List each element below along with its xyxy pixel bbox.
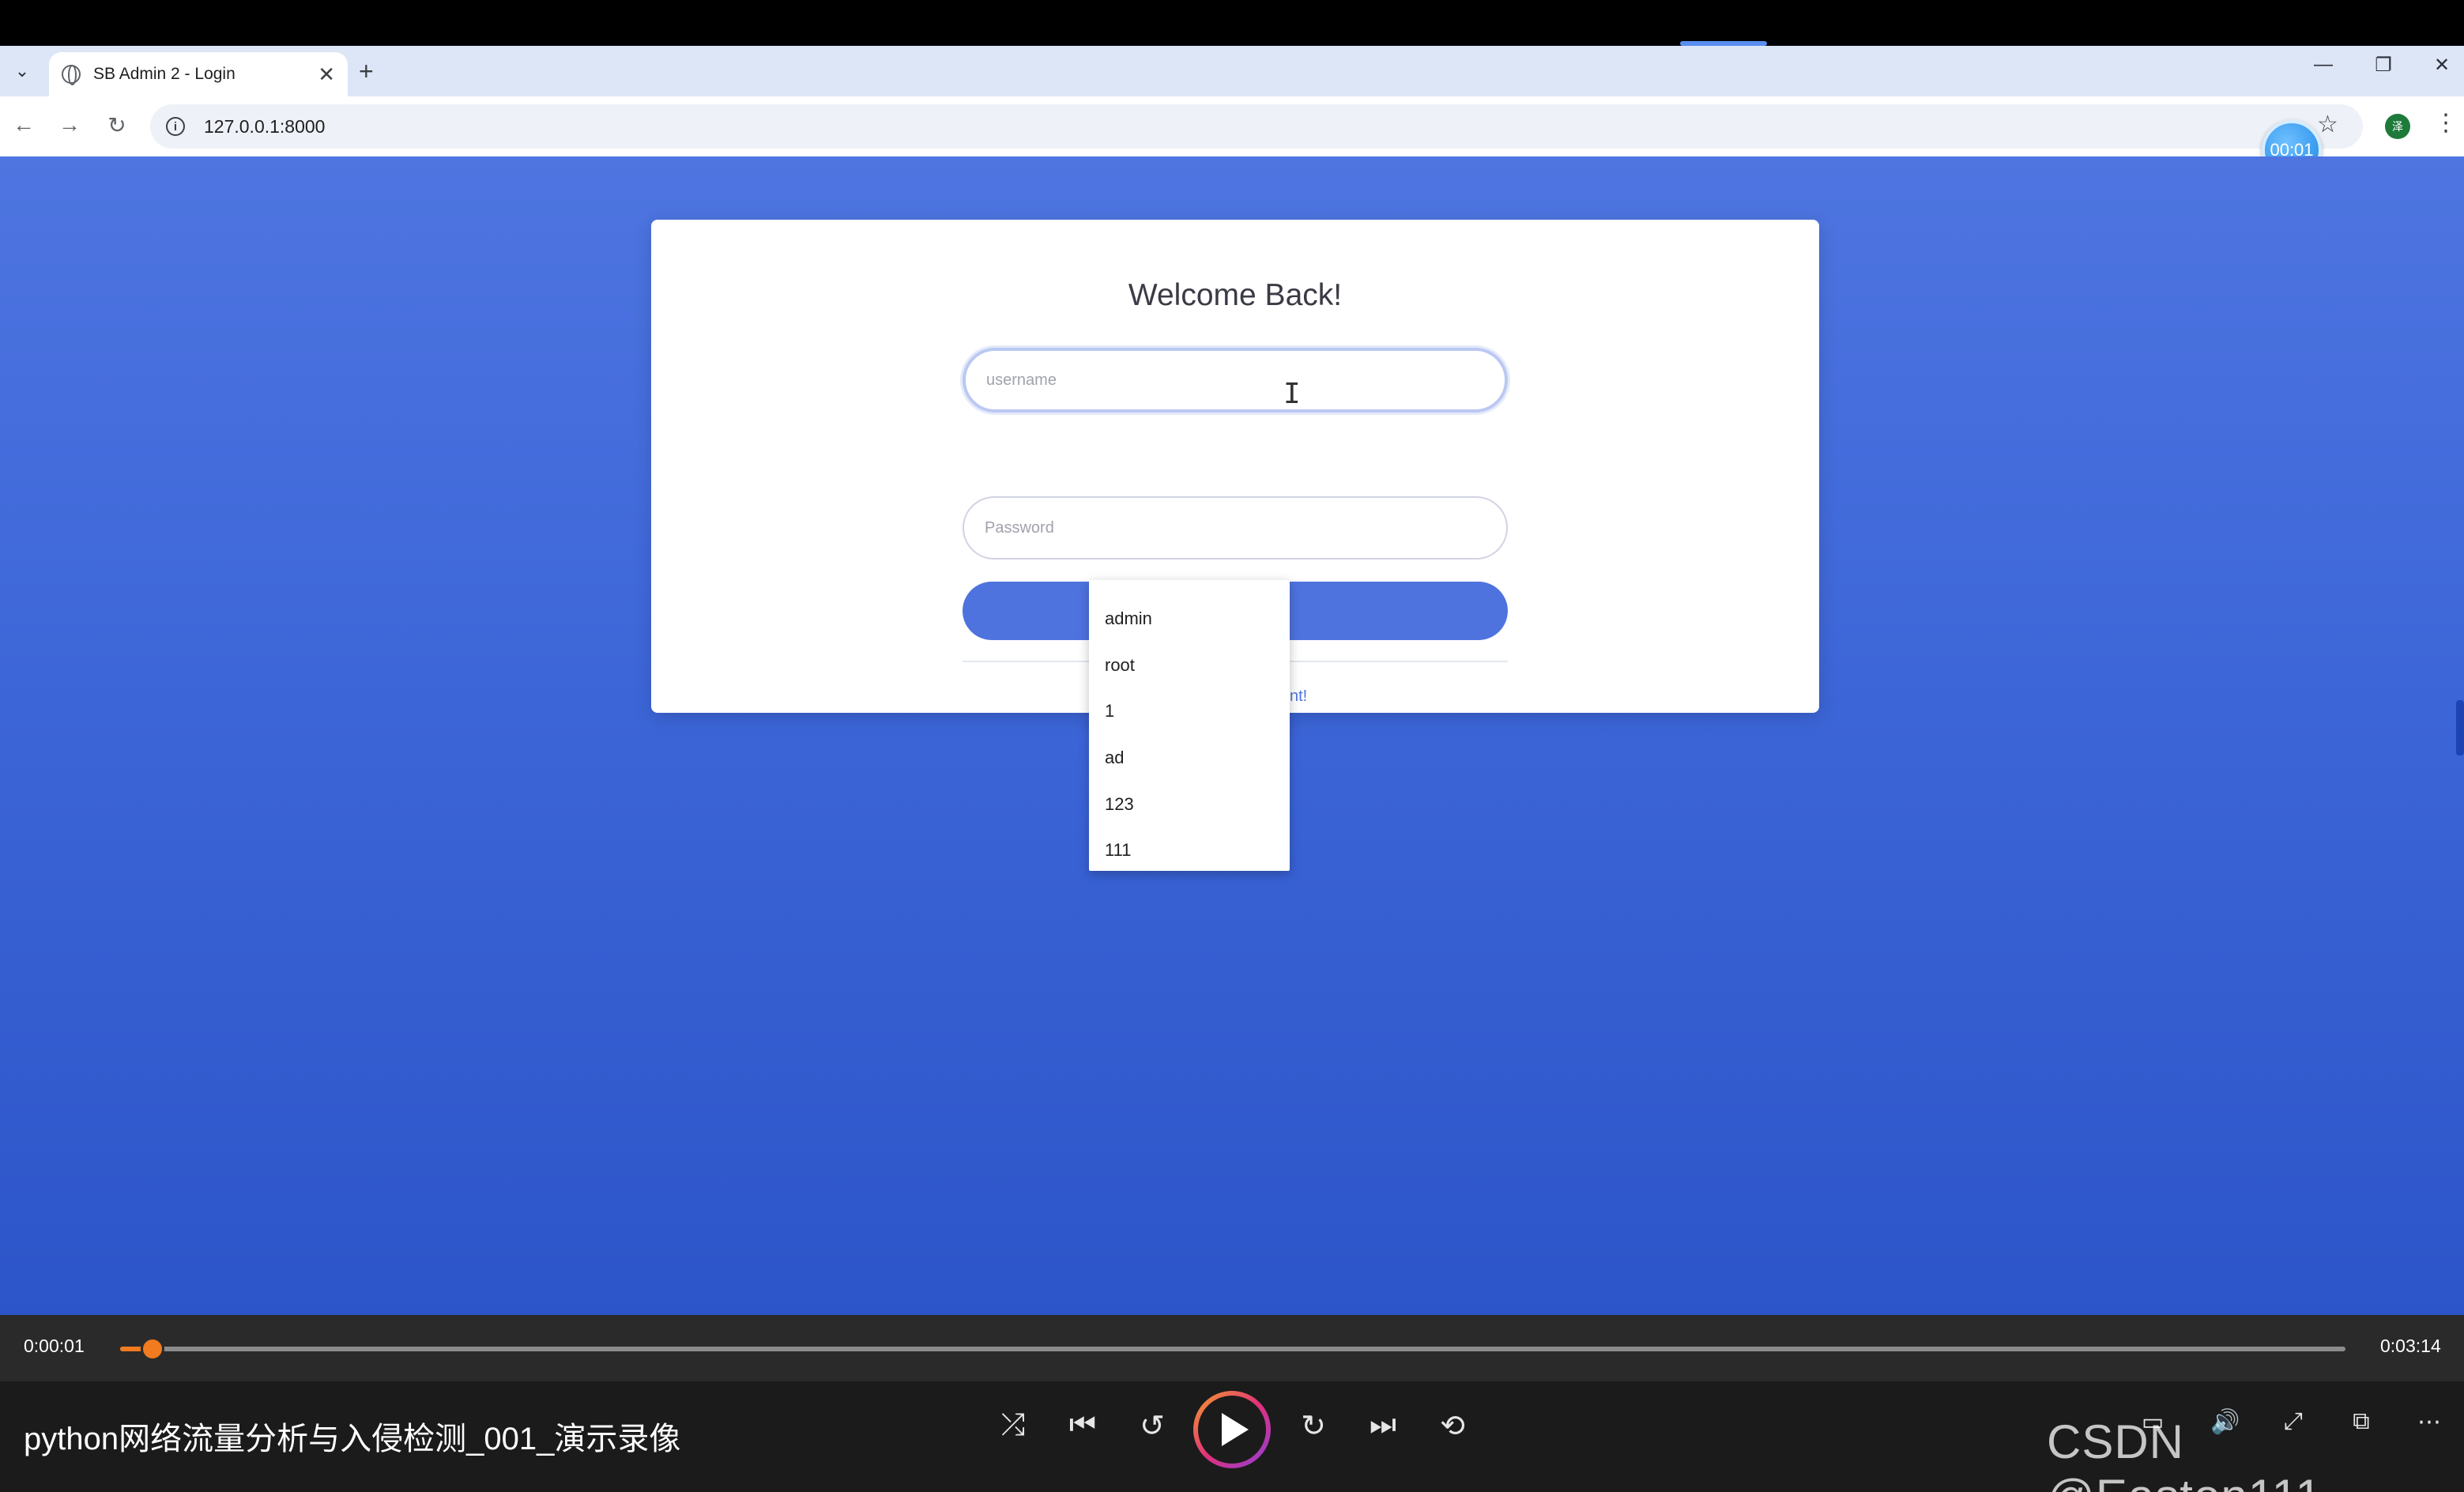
globe-icon <box>62 65 81 85</box>
repeat-off-icon[interactable]: ⟲ <box>1429 1408 1476 1444</box>
autocomplete-item[interactable]: 111 <box>1089 827 1290 874</box>
new-tab-button[interactable]: + <box>359 57 374 86</box>
progress-row: 0:00:01 0:03:14 <box>0 1315 2464 1381</box>
autocomplete-dropdown: admin root 1 ad 123 111 <box>1089 580 1290 871</box>
tab-title: SB Admin 2 - Login <box>93 65 235 83</box>
create-account-link[interactable]: nt! <box>1290 688 1307 706</box>
bookmark-star-icon[interactable]: ☆ <box>2317 111 2338 138</box>
progress-knob[interactable] <box>141 1337 164 1361</box>
autocomplete-item[interactable]: root <box>1089 642 1290 689</box>
tab-bar: ⌄ SB Admin 2 - Login ✕ + — ❐ ✕ <box>0 46 2464 96</box>
password-input[interactable]: Password <box>963 496 1508 560</box>
address-bar[interactable]: i 127.0.0.1:8000 <box>150 104 2363 149</box>
previous-icon[interactable]: ⏮ <box>1059 1408 1106 1442</box>
play-button[interactable] <box>1193 1391 1271 1468</box>
top-strip <box>0 0 2464 46</box>
csdn-watermark: CSDN @Easton111 <box>2047 1415 2322 1492</box>
page-background: Welcome Back! username Password nt! I ad… <box>0 156 2464 1315</box>
shuffle-icon[interactable]: ⤮ <box>989 1408 1037 1442</box>
back-arrow-icon[interactable]: ← <box>8 112 40 138</box>
video-title: python网络流量分析与入侵检测_001_演示录像 <box>24 1422 681 1456</box>
reload-icon[interactable]: ↻ <box>101 112 133 138</box>
tab-active[interactable]: SB Admin 2 - Login ✕ <box>49 52 348 96</box>
site-info-icon[interactable]: i <box>166 117 185 136</box>
forward-arrow-icon[interactable]: → <box>54 112 85 138</box>
play-icon <box>1198 1396 1266 1464</box>
forward-30-icon[interactable]: ↻ <box>1290 1408 1337 1444</box>
progress-track[interactable] <box>120 1347 2345 1351</box>
restore-icon[interactable]: ❐ <box>2360 54 2407 77</box>
profile-avatar[interactable]: 泽 <box>2385 114 2410 139</box>
login-heading: Welcome Back! <box>1128 278 1343 312</box>
autocomplete-item[interactable]: admin <box>1089 596 1290 642</box>
scrollbar-thumb[interactable] <box>2456 700 2464 755</box>
rewind-10-icon[interactable]: ↺ <box>1128 1408 1176 1444</box>
browser-menu-icon[interactable]: ⋮ <box>2434 109 2458 137</box>
minimize-icon[interactable]: — <box>2300 54 2347 76</box>
autocomplete-item[interactable]: 1 <box>1089 688 1290 735</box>
text-cursor-icon: I <box>1283 378 1301 410</box>
browser-toolbar: ← → ↻ i 127.0.0.1:8000 ☆ 泽 ⋮ <box>0 96 2464 156</box>
autocomplete-item[interactable]: ad <box>1089 735 1290 782</box>
window-close-icon[interactable]: ✕ <box>2418 54 2464 77</box>
url-text: 127.0.0.1:8000 <box>204 115 326 137</box>
current-time: 0:00:01 <box>24 1336 85 1356</box>
video-player: 0:00:01 0:03:14 python网络流量分析与入侵检测_001_演示… <box>0 1315 2464 1492</box>
tab-close-icon[interactable]: ✕ <box>318 62 335 87</box>
total-time: 0:03:14 <box>2380 1336 2441 1356</box>
autocomplete-item[interactable]: 123 <box>1089 781 1290 827</box>
next-icon[interactable]: ⏭ <box>1359 1408 1407 1442</box>
username-input[interactable]: username <box>963 348 1508 413</box>
tab-search-chevron-icon[interactable]: ⌄ <box>8 55 36 87</box>
